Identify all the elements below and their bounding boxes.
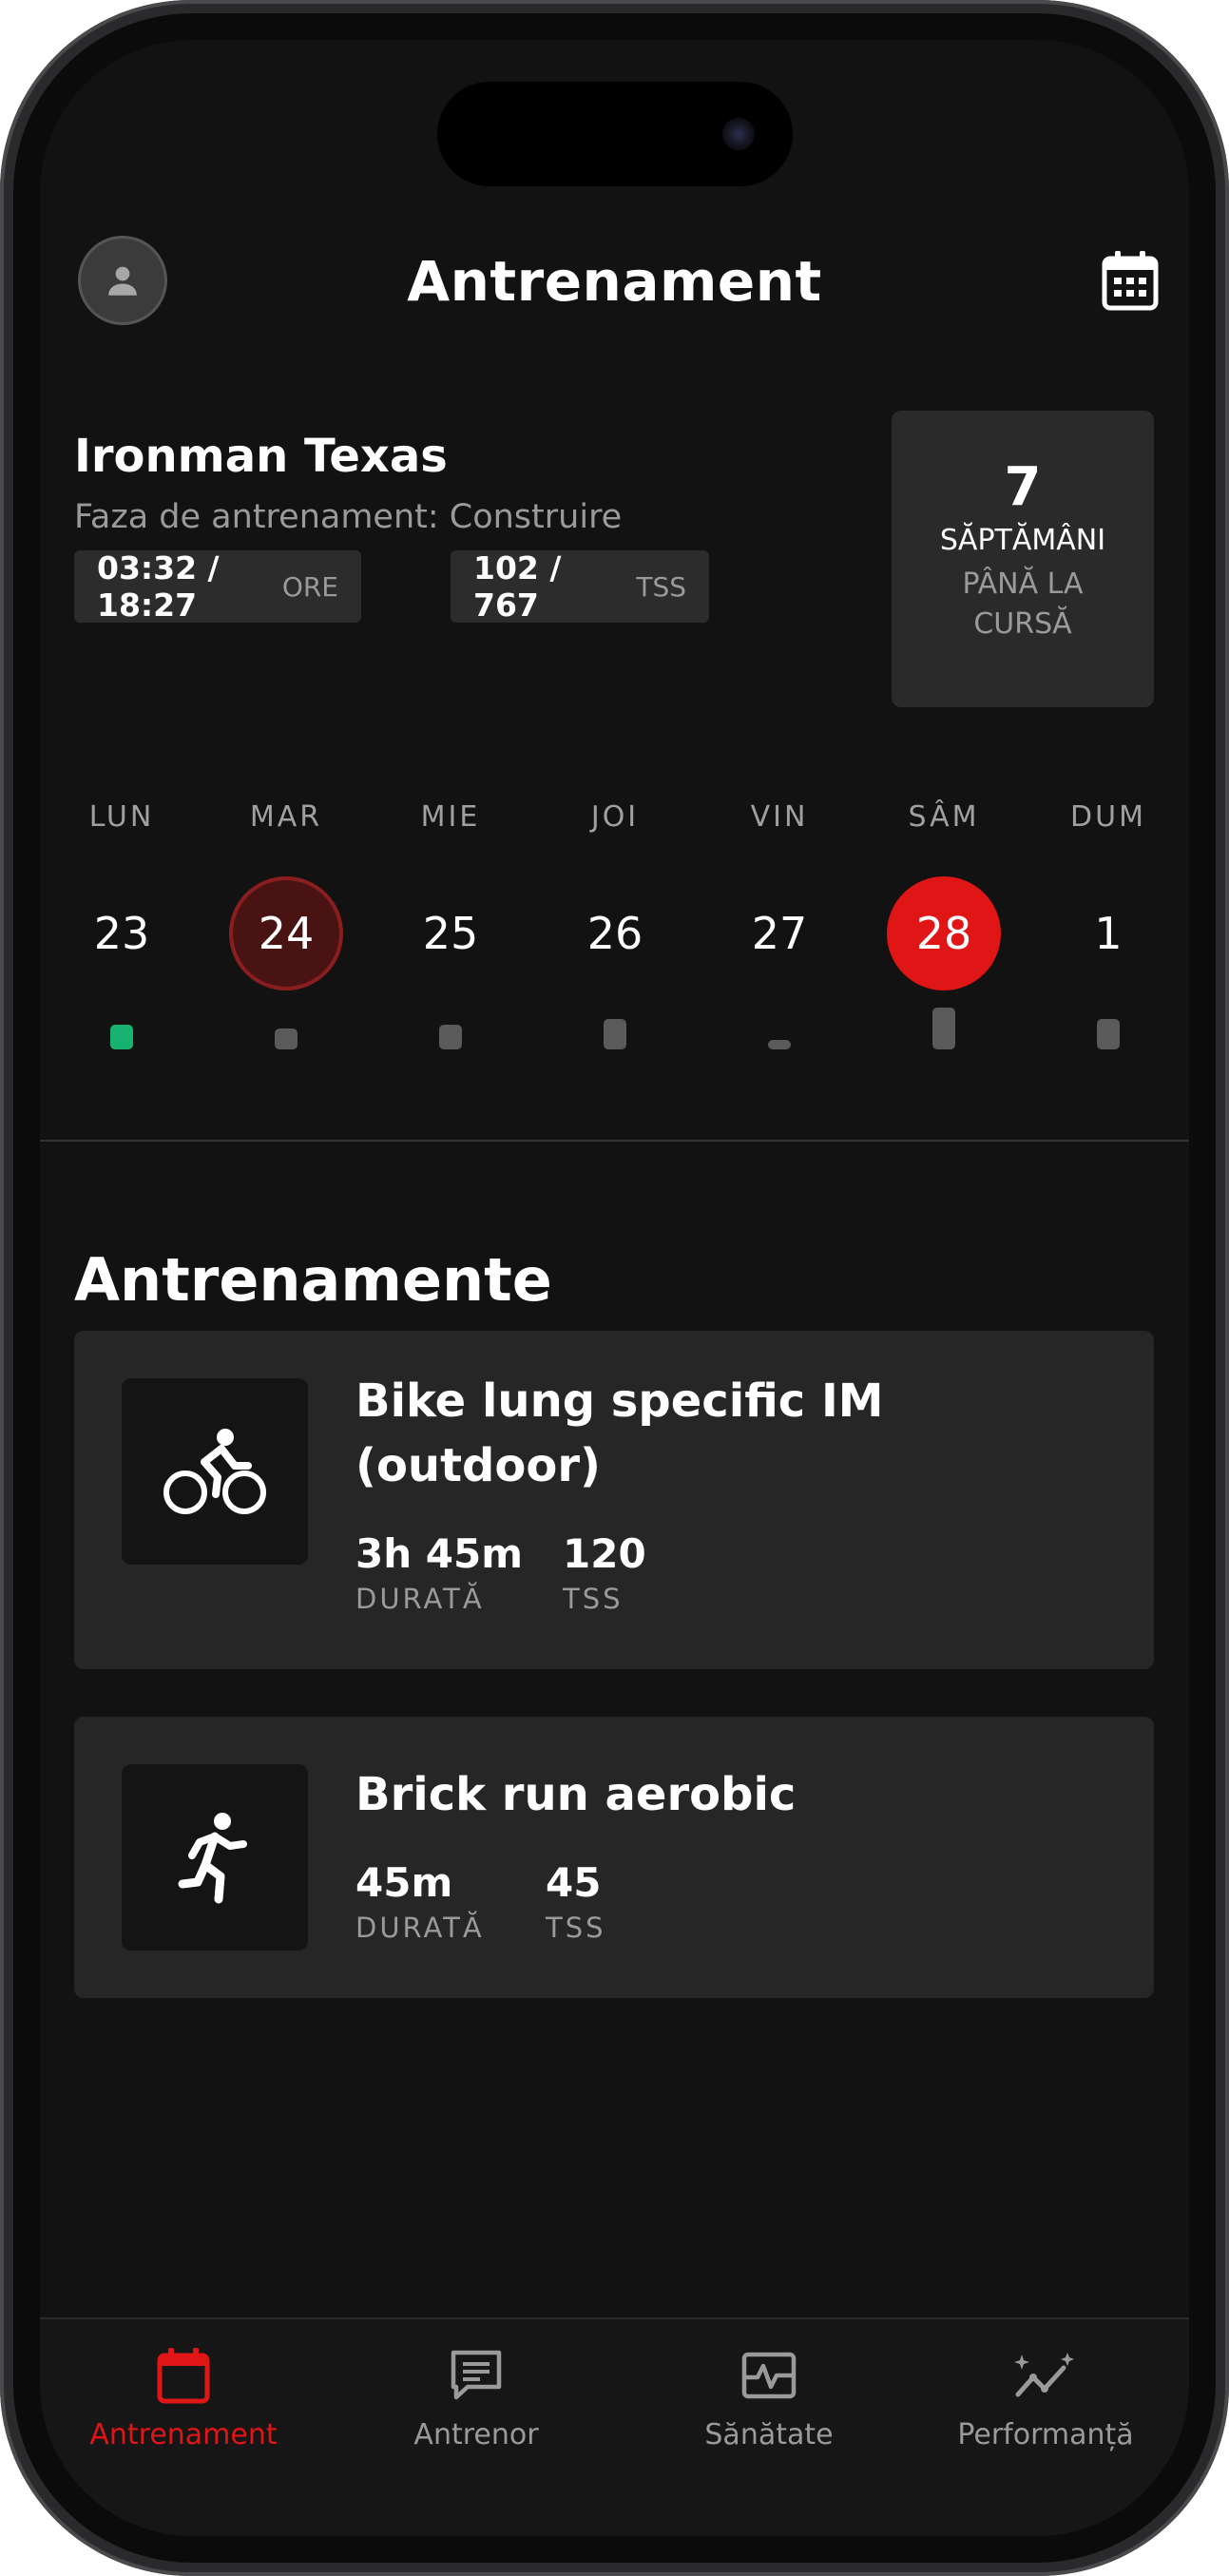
tab-label: Antrenor: [413, 2418, 539, 2451]
workout-icon-box: [122, 1764, 308, 1951]
tss-value: 45: [546, 1859, 602, 1906]
calendar-icon: [1102, 251, 1159, 311]
duration-value: 3h 45m: [355, 1530, 523, 1577]
tss-stat: 120 TSS: [563, 1530, 646, 1615]
tab-antrenor[interactable]: Antrenor: [333, 2319, 620, 2451]
day-23[interactable]: 23: [65, 876, 179, 990]
workout-title: Brick run aerobic: [355, 1768, 797, 1821]
tss-value: 120: [563, 1530, 646, 1577]
load-bar-sun: [1097, 1019, 1120, 1049]
workout-icon-box: [122, 1378, 308, 1565]
tab-antrenament[interactable]: Antrenament: [40, 2319, 327, 2451]
divider: [40, 1140, 1189, 1142]
load-bar-thu: [604, 1019, 626, 1049]
day-label-mon: LUN: [88, 800, 155, 834]
load-bar-mon: [110, 1025, 133, 1049]
weeks-sub-line-1: PÂNĂ LA: [962, 567, 1084, 601]
workouts-section-title: Antrenamente: [74, 1245, 552, 1315]
tab-bar: Antrenament Antrenor Sănătate Performanț…: [40, 2317, 1189, 2536]
weeks-sub-line-2: CURSĂ: [973, 607, 1072, 641]
day-label-tue: MAR: [249, 800, 323, 834]
duration-label: DURATĂ: [355, 1583, 485, 1615]
tss-label: TSS: [546, 1912, 606, 1944]
tab-performanta[interactable]: Performanță: [902, 2319, 1189, 2451]
run-icon: [178, 1813, 247, 1904]
tss-unit: TSS: [636, 570, 686, 603]
day-1[interactable]: 1: [1051, 876, 1165, 990]
tss-label: TSS: [563, 1583, 624, 1615]
calendar-icon: [157, 2348, 210, 2404]
duration-label: DURATĂ: [355, 1912, 485, 1944]
load-bar-tue: [275, 1028, 298, 1049]
tss-value: 102 / 767: [473, 549, 562, 624]
day-label-thu: JOI: [590, 800, 640, 834]
duration-value: 45m: [355, 1859, 453, 1906]
workout-title: Bike lung specific IM (outdoor): [355, 1375, 884, 1492]
day-label-fri: VIN: [750, 800, 809, 834]
tss-stat: 45 TSS: [546, 1859, 606, 1944]
hours-chip: 03:32 / 18:27 ORE: [74, 549, 361, 624]
race-name: Ironman Texas: [74, 430, 448, 483]
workout-card[interactable]: Bike lung specific IM (outdoor) 3h 45m D…: [74, 1331, 1154, 1669]
training-phase: Faza de antrenament: Construire: [74, 498, 623, 536]
dynamic-island: [437, 82, 793, 186]
day-label-wed: MIE: [420, 800, 481, 834]
weeks-number: 7: [1004, 456, 1042, 518]
health-icon: [741, 2352, 797, 2399]
page-title: Antrenament: [407, 249, 822, 314]
weeks-to-race-card: 7 SĂPTĂMÂNI PÂNĂ LA CURSĂ: [892, 411, 1154, 707]
tab-label: Sănătate: [704, 2418, 834, 2451]
day-26[interactable]: 26: [558, 876, 672, 990]
load-bar-fri: [768, 1040, 791, 1049]
tab-label: Performanță: [957, 2418, 1134, 2451]
duration-stat: 3h 45m DURATĂ: [355, 1530, 523, 1615]
load-bar-sat: [932, 1008, 955, 1049]
hours-unit: ORE: [281, 570, 338, 603]
hours-value: 03:32 / 18:27: [97, 549, 220, 624]
day-28-today[interactable]: 28: [887, 876, 1001, 990]
day-25[interactable]: 25: [394, 876, 508, 990]
weeks-unit: SĂPTĂMÂNI: [939, 524, 1106, 557]
duration-stat: 45m DURATĂ: [355, 1859, 485, 1944]
tss-chip: 102 / 767 TSS: [451, 549, 709, 624]
day-27[interactable]: 27: [722, 876, 836, 990]
chat-icon: [451, 2350, 502, 2400]
workout-card[interactable]: Brick run aerobic 45m DURATĂ 45 TSS: [74, 1717, 1154, 1998]
bike-icon: [163, 1429, 266, 1514]
day-label-sat: SÂM: [908, 800, 980, 834]
tab-sanatate[interactable]: Sănătate: [625, 2319, 912, 2451]
day-24-selected[interactable]: 24: [229, 876, 343, 990]
tab-label: Antrenament: [89, 2418, 278, 2451]
app-screen: Antrenament Ironman Texas Faza de antren…: [40, 40, 1189, 2536]
calendar-button[interactable]: [1101, 249, 1160, 312]
camera: [722, 118, 755, 150]
trend-icon: [1014, 2353, 1074, 2397]
day-label-sun: DUM: [1070, 800, 1146, 834]
load-bar-wed: [439, 1025, 462, 1049]
